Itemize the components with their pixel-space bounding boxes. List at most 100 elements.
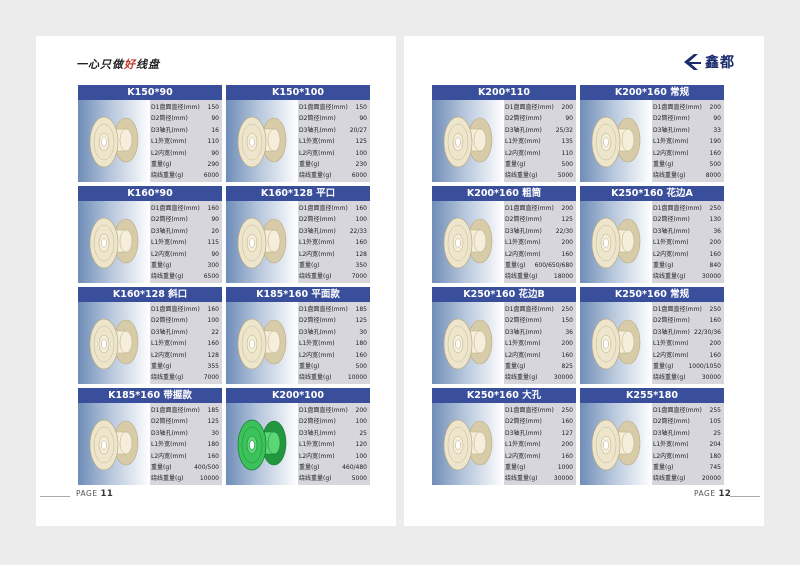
spec-row: 重量(g) 500 <box>299 361 369 372</box>
product-body: D1盘面直径(mm) 200 D2筒径(mm) 90 D3轴孔(mm) 25/32 L1外宽… <box>432 100 576 182</box>
spool-icon <box>443 419 493 471</box>
spec-value: 255 <box>709 407 721 414</box>
product-card: K185*160 平面款 D1盘面直径(mm) 185 D2筒径(mm) 125 D3轴… <box>226 287 370 384</box>
spec-label: 绕线重量(g) <box>653 475 686 483</box>
spec-row: D2筒径(mm) 90 <box>653 113 723 124</box>
spec-row: L2内宽(mm) 90 <box>151 249 221 260</box>
spec-row: D1盘面直径(mm) 160 <box>299 203 369 214</box>
product-body: D1盘面直径(mm) 200 D2筒径(mm) 90 D3轴孔(mm) 33 L1外宽(mm… <box>580 100 724 182</box>
spec-label: L2内宽(mm) <box>299 149 335 157</box>
spec-value: 128 <box>207 351 219 359</box>
spec-row: 绕线重量(g) 7000 <box>151 372 221 383</box>
spec-row: 绕线重量(g) 30000 <box>505 473 575 484</box>
spec-label: 重量(g) <box>653 261 674 269</box>
spec-row: D2筒径(mm) 90 <box>151 113 221 124</box>
spec-value: 90 <box>211 149 219 157</box>
spec-label: D1盘面直径(mm) <box>299 407 348 414</box>
spec-label: D1盘面直径(mm) <box>299 104 348 111</box>
spec-value: 5000 <box>351 475 367 483</box>
spec-row: L1外宽(mm) 204 <box>653 439 723 450</box>
spool-icon <box>89 318 139 370</box>
product-title: K200*160 常规 <box>580 85 724 100</box>
spec-label: L1外宽(mm) <box>653 138 689 146</box>
spec-value: 30 <box>211 429 219 437</box>
page-number-right: PAGE 12 <box>694 489 731 499</box>
spec-label: L2内宽(mm) <box>151 351 187 359</box>
spec-label: D3轴孔(mm) <box>505 328 542 336</box>
spec-label: L2内宽(mm) <box>505 351 541 359</box>
spec-row: L1外宽(mm) 115 <box>151 237 221 248</box>
spool-icon <box>443 116 493 168</box>
brand-name: 鑫都 <box>705 55 735 71</box>
spec-value: 7000 <box>351 273 367 281</box>
spool-icon <box>237 318 287 370</box>
spec-label: D1盘面直径(mm) <box>299 306 348 313</box>
spec-list: D1盘面直径(mm) 250 D2筒径(mm) 130 D3轴孔(mm) 36 L1外宽(m… <box>653 203 723 283</box>
spec-label: 重量(g) <box>653 362 674 370</box>
product-title: K250*160 花边A <box>580 186 724 201</box>
spec-row: L2内宽(mm) 110 <box>505 148 575 159</box>
spec-label: D2筒径(mm) <box>151 317 188 325</box>
spec-value: 185 <box>355 306 367 313</box>
product-body: D1盘面直径(mm) 160 D2筒径(mm) 100 D3轴孔(mm) 22 L1外宽(m… <box>78 302 222 384</box>
spec-row: L2内宽(mm) 128 <box>151 350 221 361</box>
spec-row: 绕线重量(g) 10000 <box>299 372 369 383</box>
product-card: K250*160 大孔 D1盘面直径(mm) 250 D2筒径(mm) 160 D3轴孔… <box>432 388 576 485</box>
spec-value: 200 <box>561 441 573 449</box>
spool-image <box>432 403 504 485</box>
spec-row: D3轴孔(mm) 22/33 <box>299 226 369 237</box>
product-body: D1盘面直径(mm) 185 D2筒径(mm) 125 D3轴孔(mm) 30 L1外宽(m… <box>226 302 370 384</box>
spec-label: D1盘面直径(mm) <box>653 306 702 313</box>
spec-value: 160 <box>561 250 573 258</box>
spec-list: D1盘面直径(mm) 185 D2筒径(mm) 125 D3轴孔(mm) 30 L1外宽(m… <box>151 405 221 485</box>
slogan: 一心只做好线盘 <box>76 56 160 72</box>
spool-image <box>580 403 652 485</box>
footer-rule-left <box>40 496 70 497</box>
spec-value: 200 <box>709 104 721 111</box>
product-card: K200*110 D1盘面直径(mm) 200 D2筒径(mm) 90 D3轴孔(mm)… <box>432 85 576 182</box>
spec-label: L1外宽(mm) <box>505 441 541 449</box>
product-body: D1盘面直径(mm) 250 D2筒径(mm) 130 D3轴孔(mm) 36 L1外宽(m… <box>580 201 724 283</box>
spec-value: 200 <box>561 340 573 348</box>
spool-image <box>78 302 150 384</box>
spec-value: 200 <box>561 239 573 247</box>
spec-label: D3轴孔(mm) <box>299 429 336 437</box>
spec-label: 重量(g) <box>151 160 172 168</box>
spec-value: 25/32 <box>555 126 573 134</box>
spec-value: 204 <box>709 441 721 449</box>
spec-row: L1外宽(mm) 200 <box>505 237 575 248</box>
spec-label: L2内宽(mm) <box>299 351 335 359</box>
spec-row: D2筒径(mm) 130 <box>653 214 723 225</box>
spec-label: D3轴孔(mm) <box>151 429 188 437</box>
page-number-left: PAGE 11 <box>76 489 113 499</box>
spec-row: 重量(g) 350 <box>299 260 369 271</box>
spec-row: D2筒径(mm) 105 <box>653 416 723 427</box>
spec-row: 重量(g) 500 <box>505 159 575 170</box>
spec-label: D3轴孔(mm) <box>653 429 690 437</box>
spool-image <box>78 403 150 485</box>
spool-icon <box>237 419 287 471</box>
spec-value: 128 <box>355 250 367 258</box>
spec-label: L2内宽(mm) <box>505 250 541 258</box>
spec-row: D3轴孔(mm) 25/32 <box>505 125 575 136</box>
spec-value: 90 <box>211 115 219 123</box>
spec-row: D2筒径(mm) 100 <box>299 214 369 225</box>
spec-value: 10000 <box>347 374 367 382</box>
spec-label: D1盘面直径(mm) <box>505 205 554 212</box>
spec-list: D1盘面直径(mm) 250 D2筒径(mm) 160 D3轴孔(mm) 22/30/36… <box>653 304 723 384</box>
spec-row: D2筒径(mm) 100 <box>151 315 221 326</box>
spec-value: 160 <box>207 452 219 460</box>
product-body: D1盘面直径(mm) 150 D2筒径(mm) 90 D3轴孔(mm) 16 L1外宽(mm… <box>78 100 222 182</box>
spec-row: D2筒径(mm) 90 <box>151 214 221 225</box>
spec-value: 20/27 <box>349 126 367 134</box>
spec-label: 重量(g) <box>299 261 320 269</box>
spool-icon <box>89 217 139 269</box>
spec-value: 180 <box>355 340 367 348</box>
spec-row: D1盘面直径(mm) 160 <box>151 203 221 214</box>
spec-label: L2内宽(mm) <box>653 452 689 460</box>
product-title: K255*180 <box>580 388 724 403</box>
spec-row: D2筒径(mm) 100 <box>299 416 369 427</box>
spec-row: 绕线重量(g) 5000 <box>299 473 369 484</box>
spec-value: 355 <box>207 362 219 370</box>
spec-label: D1盘面直径(mm) <box>299 205 348 212</box>
